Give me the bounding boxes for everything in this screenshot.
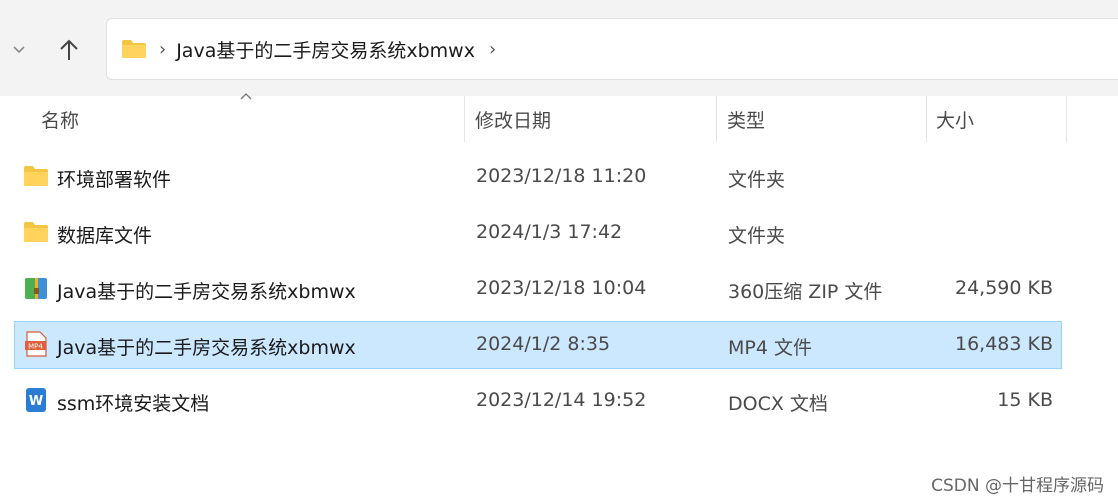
breadcrumb-separator: › — [159, 38, 167, 60]
folder-icon — [24, 222, 48, 242]
file-name: 数据库文件 — [57, 225, 153, 247]
file-type: MP4 文件 — [728, 337, 812, 359]
zip-archive-icon — [25, 278, 47, 299]
file-size: 24,590 KB — [954, 277, 1053, 299]
chevron-down-icon — [13, 46, 25, 54]
file-date: 2023/12/14 19:52 — [476, 389, 647, 411]
column-header-date[interactable]: 修改日期 — [475, 106, 551, 133]
arrow-up-icon — [60, 39, 78, 60]
file-date: 2023/12/18 10:04 — [476, 277, 647, 299]
column-header-size[interactable]: 大小 — [936, 106, 974, 133]
recent-locations-button[interactable] — [4, 34, 34, 66]
sort-ascending-icon — [240, 93, 252, 100]
file-type: 文件夹 — [728, 169, 786, 191]
column-divider[interactable] — [464, 96, 465, 142]
file-name: ssm环境安装文档 — [57, 393, 210, 415]
file-date: 2024/1/3 17:42 — [476, 221, 623, 243]
file-row[interactable]: 数据库文件 2024/1/3 17:42 文件夹 — [14, 209, 1062, 257]
file-name: 环境部署软件 — [57, 169, 172, 191]
column-divider[interactable] — [1066, 96, 1067, 142]
file-type: 文件夹 — [728, 225, 786, 247]
file-type: DOCX 文档 — [728, 393, 828, 415]
file-size: 15 KB — [997, 389, 1053, 411]
up-button[interactable] — [54, 34, 84, 66]
file-date: 2024/1/2 8:35 — [476, 333, 611, 355]
breadcrumb-expand-chevron[interactable]: › — [489, 39, 496, 60]
folder-icon — [122, 40, 146, 58]
file-type: 360压缩 ZIP 文件 — [728, 281, 883, 303]
file-name: Java基于的二手房交易系统xbmwx — [57, 337, 356, 359]
file-row[interactable]: 环境部署软件 2023/12/18 11:20 文件夹 — [14, 153, 1062, 201]
column-header-name[interactable]: 名称 — [41, 106, 79, 133]
file-name: Java基于的二手房交易系统xbmwx — [57, 281, 356, 303]
folder-icon — [24, 166, 48, 186]
watermark-text: CSDN @十甘程序源码 — [931, 476, 1104, 496]
docx-icon-label: W — [29, 394, 43, 409]
column-divider[interactable] — [716, 96, 717, 142]
navigation-bar: › Java基于的二手房交易系统xbmwx › — [0, 0, 1118, 96]
address-bar[interactable]: › Java基于的二手房交易系统xbmwx › — [106, 18, 1118, 80]
docx-file-icon: W — [26, 388, 46, 412]
mp4-file-icon: MP4 — [25, 331, 47, 357]
file-date: 2023/12/18 11:20 — [476, 165, 647, 187]
column-divider[interactable] — [926, 96, 927, 142]
file-size: 16,483 KB — [954, 333, 1053, 355]
column-header-type[interactable]: 类型 — [727, 106, 765, 133]
file-row[interactable]: Java基于的二手房交易系统xbmwx 2023/12/18 10:04 360… — [14, 265, 1062, 313]
file-row[interactable]: W ssm环境安装文档 2023/12/14 19:52 DOCX 文档 15 … — [14, 377, 1062, 425]
breadcrumb-current-folder[interactable]: Java基于的二手房交易系统xbmwx — [176, 36, 475, 63]
mp4-icon-label: MP4 — [28, 342, 43, 350]
column-header-row: 名称 修改日期 类型 大小 — [0, 96, 1118, 142]
file-row-selected[interactable]: MP4 Java基于的二手房交易系统xbmwx 2024/1/2 8:35 MP… — [14, 321, 1062, 369]
